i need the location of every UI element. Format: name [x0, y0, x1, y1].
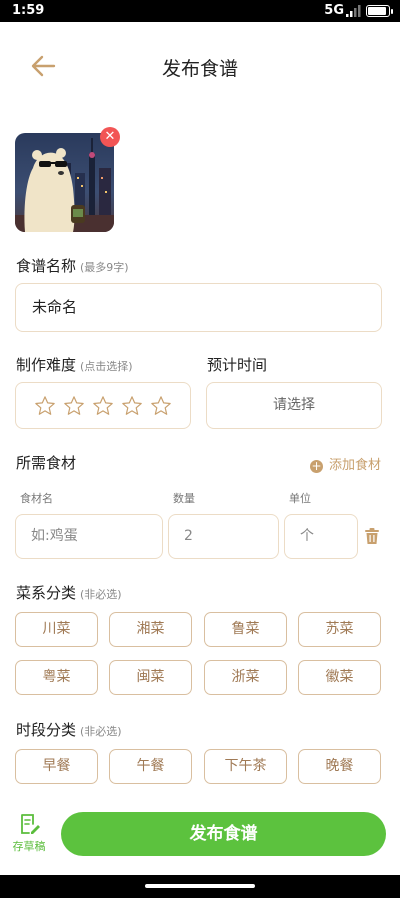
delete-photo-icon[interactable]: ✕ — [100, 127, 120, 147]
meal-tag[interactable]: 下午茶 — [204, 749, 287, 784]
cuisine-label: 菜系分类 (非必选) — [16, 584, 122, 602]
recipe-name-hint: (最多9字) — [80, 261, 129, 274]
plus-icon: + — [309, 459, 323, 473]
cuisine-hint: (非必选) — [80, 588, 122, 601]
add-ingredient-label: 添加食材 — [328, 458, 381, 473]
recipe-photo[interactable] — [15, 133, 114, 232]
ingredient-qty-input[interactable]: 2 — [168, 514, 279, 559]
recipe-name-label: 食谱名称 (最多9字) — [16, 257, 129, 275]
meal-tag[interactable]: 早餐 — [15, 749, 98, 784]
col-unit-header: 单位 — [289, 492, 311, 505]
difficulty-label: 制作难度 (点击选择) — [16, 356, 133, 374]
add-ingredient-button[interactable]: + 添加食材 — [309, 454, 381, 473]
star-icon[interactable] — [34, 395, 56, 417]
meal-hint: (非必选) — [80, 725, 122, 738]
cuisine-tag[interactable]: 苏菜 — [298, 612, 381, 647]
status-bar: 1:59 5G — [0, 0, 400, 22]
cuisine-tag[interactable]: 鲁菜 — [204, 612, 287, 647]
network-label: 5G — [324, 3, 344, 18]
meal-tag[interactable]: 晚餐 — [298, 749, 381, 784]
bottom-action-bar: 存草稿 发布食谱 — [0, 800, 400, 875]
home-indicator[interactable] — [145, 884, 255, 888]
star-icon[interactable] — [121, 395, 143, 417]
time-label: 预计时间 — [207, 356, 268, 374]
star-icon[interactable] — [63, 395, 85, 417]
status-time: 1:59 — [12, 3, 45, 18]
star-icon[interactable] — [150, 395, 172, 417]
edit-note-icon — [21, 814, 40, 834]
system-nav-bar — [0, 875, 400, 898]
photo-image — [15, 133, 114, 232]
difficulty-hint: (点击选择) — [80, 360, 133, 373]
recipe-name-input[interactable]: 未命名 — [15, 283, 382, 332]
ingredients-label: 所需食材 — [16, 454, 77, 472]
page-title: 发布食谱 — [161, 58, 238, 80]
ingredient-unit-input[interactable]: 个 — [284, 514, 358, 559]
cuisine-tag[interactable]: 浙菜 — [204, 660, 287, 695]
signal-icon — [346, 5, 361, 17]
trash-icon[interactable] — [363, 527, 381, 545]
cuisine-tag[interactable]: 徽菜 — [298, 660, 381, 695]
page-header: 发布食谱 — [0, 22, 400, 112]
star-icon[interactable] — [92, 395, 114, 417]
meal-tag[interactable]: 午餐 — [109, 749, 192, 784]
col-qty-header: 数量 — [173, 492, 195, 505]
ingredient-name-input[interactable]: 如:鸡蛋 — [15, 514, 163, 559]
save-draft-button[interactable]: 存草稿 — [8, 812, 50, 854]
cuisine-tag[interactable]: 闽菜 — [109, 660, 192, 695]
meal-label: 时段分类 (非必选) — [16, 721, 122, 739]
time-select[interactable]: 请选择 — [206, 382, 382, 429]
save-draft-label: 存草稿 — [12, 840, 46, 853]
cuisine-tag[interactable]: 粤菜 — [15, 660, 98, 695]
col-name-header: 食材名 — [20, 492, 53, 505]
cuisine-tag[interactable]: 湘菜 — [109, 612, 192, 647]
difficulty-rating — [15, 382, 191, 429]
battery-icon — [366, 5, 393, 17]
publish-button[interactable]: 发布食谱 — [61, 812, 386, 856]
cuisine-tag[interactable]: 川菜 — [15, 612, 98, 647]
